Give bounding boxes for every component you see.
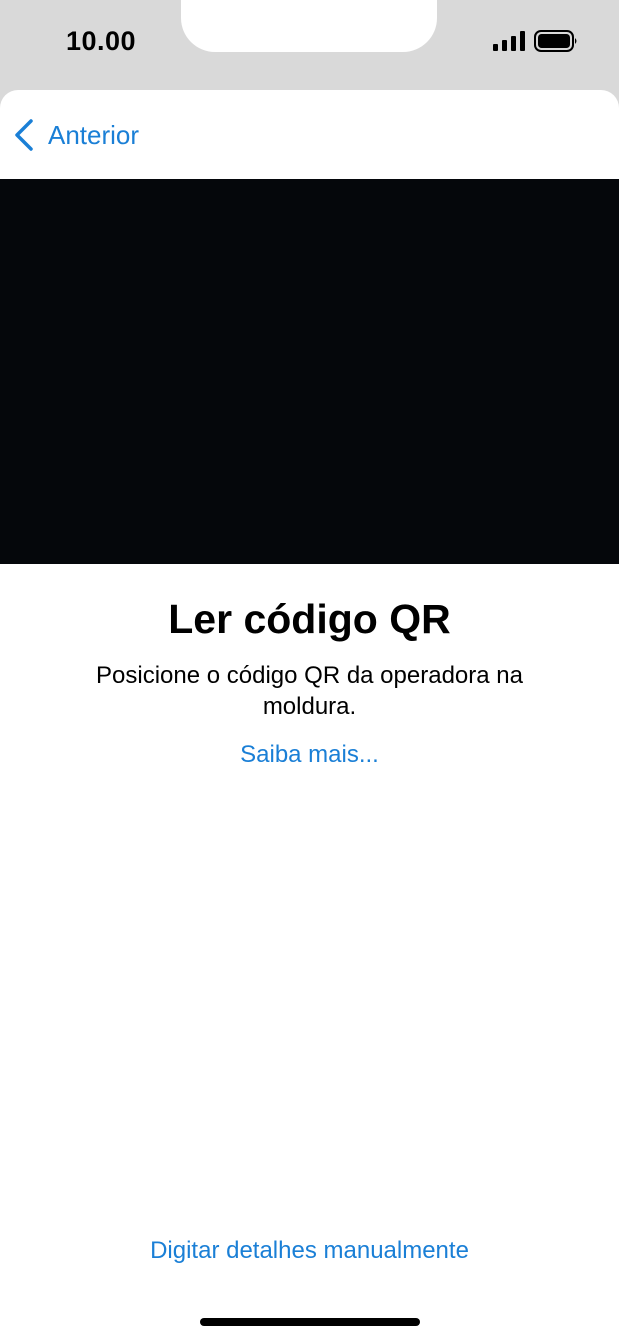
page-title: Ler código QR [168, 596, 451, 642]
home-indicator[interactable] [200, 1318, 420, 1326]
battery-icon [534, 30, 577, 52]
chevron-left-icon [15, 119, 33, 151]
enter-details-manually-link[interactable]: Digitar detalhes manualmente [0, 1237, 619, 1265]
qr-camera-viewfinder [0, 179, 619, 564]
sim-setup-sheet: Anterior Ler código QR Posicione o códig… [0, 90, 619, 1340]
instructions-text: Posicione o código QR da operadora na mo… [96, 662, 523, 720]
learn-more-link[interactable]: Saiba mais... [0, 741, 619, 769]
notch [181, 0, 437, 52]
back-button[interactable]: Anterior [14, 118, 139, 152]
phone-screen: 10.00 Anterior Ler código QR Posicione o… [0, 0, 619, 1340]
back-button-label: Anterior [48, 119, 140, 150]
status-bar: 10.00 [0, 0, 619, 90]
cellular-signal-icon [493, 31, 525, 51]
status-time: 10.00 [66, 26, 137, 56]
